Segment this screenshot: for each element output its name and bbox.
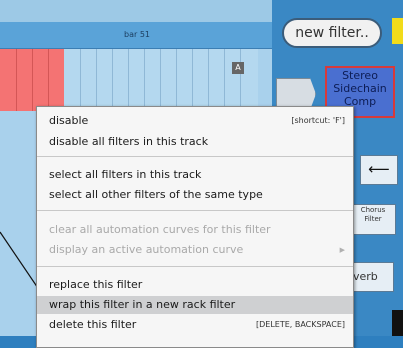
stereo-node-label: Sidechain — [333, 82, 387, 95]
menu-item-label: delete this filter — [49, 318, 137, 331]
menu-item-wrap-rack[interactable]: wrap this filter in a new rack filter — [37, 296, 353, 314]
bar-label: bar 51 — [124, 30, 150, 39]
menu-item-label: wrap this filter in a new rack filter — [49, 298, 236, 311]
context-menu: disable [shortcut: 'F'] disable all filt… — [36, 106, 354, 348]
track-blue-region[interactable] — [64, 49, 258, 111]
menu-item-label: disable all filters in this track — [49, 135, 209, 148]
menu-item-label: select all other filters of the same typ… — [49, 188, 263, 201]
grid-line — [80, 49, 81, 111]
menu-separator — [37, 266, 353, 267]
menu-item-label: display an active automation curve — [49, 243, 244, 256]
grid-line — [112, 49, 113, 111]
menu-item-shortcut: [shortcut: 'F'] — [291, 116, 345, 125]
menu-item-clear-automation: clear all automation curves for this fil… — [37, 221, 353, 239]
menu-item-delete[interactable]: delete this filter [DELETE, BACKSPACE] — [37, 316, 353, 334]
reverb-filter-node[interactable]: verb — [350, 262, 394, 292]
menu-item-label: select all filters in this track — [49, 168, 202, 181]
menu-item-replace[interactable]: replace this filter — [37, 276, 353, 294]
menu-item-disable-all[interactable]: disable all filters in this track — [37, 133, 353, 151]
menu-item-label: replace this filter — [49, 278, 143, 291]
black-block — [392, 310, 403, 336]
menu-item-disable[interactable]: disable [shortcut: 'F'] — [37, 112, 353, 130]
grid-line — [128, 49, 129, 111]
yellow-tab[interactable] — [392, 18, 403, 44]
grid-line — [208, 49, 209, 111]
menu-item-select-all-track[interactable]: select all filters in this track — [37, 166, 353, 184]
menu-item-label: clear all automation curves for this fil… — [49, 223, 271, 236]
reverb-node-label: verb — [353, 270, 378, 283]
arrow-left-icon: ⟵ — [368, 160, 390, 178]
menu-separator — [37, 156, 353, 157]
menu-item-display-automation: display an active automation curve ▶ — [37, 241, 353, 259]
chorus-node-label: Filter — [364, 215, 382, 223]
grid-line — [240, 49, 241, 111]
stereo-node-label: Stereo — [342, 69, 378, 82]
chorus-filter-node[interactable]: Chorus Filter — [350, 204, 396, 235]
menu-separator — [37, 210, 353, 211]
timeline-header — [0, 0, 272, 22]
arrow-filter-node[interactable]: ⟵ — [360, 155, 398, 185]
grid-line — [96, 49, 97, 111]
grid-line — [224, 49, 225, 111]
new-filter-button[interactable]: new filter.. — [282, 18, 382, 48]
grid-line — [160, 49, 161, 111]
grid-line — [32, 49, 33, 111]
chorus-node-label: Chorus — [360, 206, 386, 214]
marker-a[interactable]: A — [232, 62, 244, 74]
menu-item-label: disable — [49, 114, 89, 127]
grid-line — [16, 49, 17, 111]
timeline-ruler[interactable]: bar 51 — [0, 22, 272, 49]
grid-line — [144, 49, 145, 111]
menu-item-select-same-type[interactable]: select all other filters of the same typ… — [37, 186, 353, 204]
grid-line — [48, 49, 49, 111]
menu-item-shortcut: [DELETE, BACKSPACE] — [255, 320, 345, 329]
submenu-arrow-icon: ▶ — [339, 246, 345, 254]
grid-line — [192, 49, 193, 111]
grid-line — [176, 49, 177, 111]
